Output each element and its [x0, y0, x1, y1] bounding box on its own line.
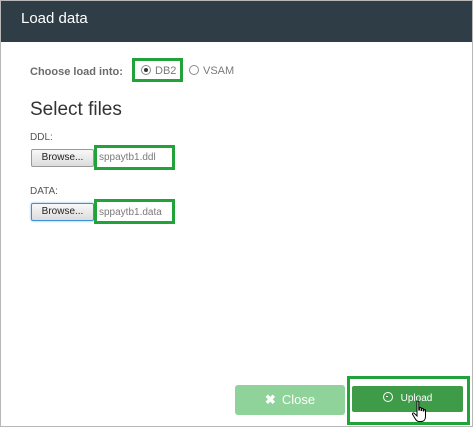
data-file-name: sppaytb1.data: [99, 207, 162, 218]
select-files-heading: Select files: [30, 99, 122, 120]
upload-circle-icon: [382, 392, 393, 402]
dialog-header: Load data: [1, 1, 472, 42]
db2-radio[interactable]: [141, 65, 151, 75]
close-button-label: Close: [281, 392, 316, 407]
ddl-label: DDL:: [30, 132, 53, 143]
ddl-file-name: sppaytb1.ddl: [99, 152, 156, 163]
load-into-label: Choose load into:: [30, 66, 123, 78]
close-button[interactable]: ✖ Close: [235, 385, 345, 415]
upload-button[interactable]: Upload: [352, 386, 463, 412]
close-icon: ✖: [264, 392, 276, 407]
dialog-title: Load data: [21, 10, 88, 27]
load-data-dialog: Load data Choose load into: DB2 VSAM Sel…: [0, 0, 473, 427]
data-browse-button[interactable]: Browse...: [31, 203, 94, 221]
db2-radio-label[interactable]: DB2: [155, 65, 176, 77]
ddl-browse-button[interactable]: Browse...: [31, 149, 94, 167]
hand-pointer-icon: [411, 400, 426, 422]
data-label: DATA:: [30, 186, 58, 197]
vsam-radio[interactable]: [189, 65, 199, 75]
vsam-radio-label[interactable]: VSAM: [203, 65, 234, 77]
